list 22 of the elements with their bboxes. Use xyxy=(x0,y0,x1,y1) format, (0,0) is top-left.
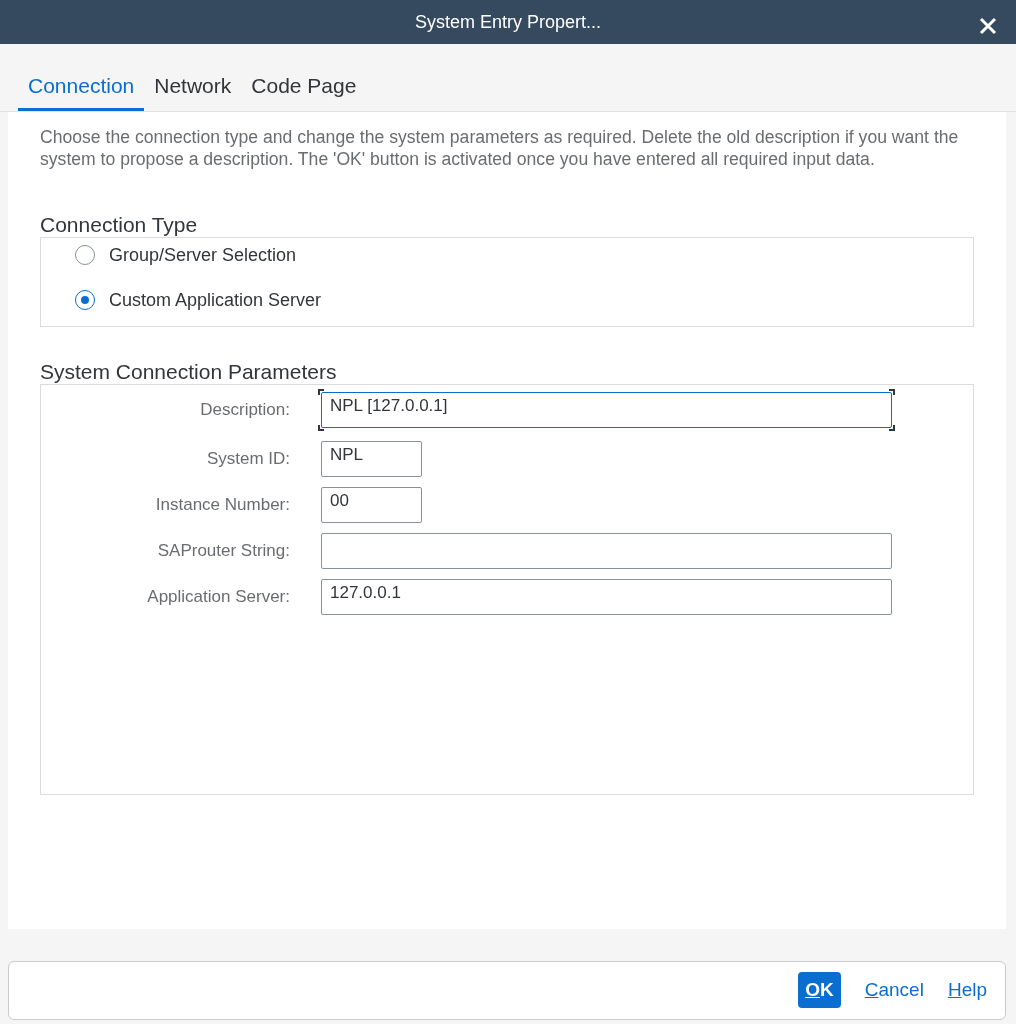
field-label: SAProuter String: xyxy=(156,540,291,563)
ok-button[interactable]: OK xyxy=(798,971,841,1009)
link-button[interactable]: Cancel xyxy=(864,975,924,1005)
close-icon xyxy=(978,16,998,37)
input-field[interactable]: NPL xyxy=(321,440,422,477)
section-title: Connection Type xyxy=(40,211,199,237)
tab[interactable]: Network xyxy=(144,68,242,111)
window-title: System Entry Propert... xyxy=(414,10,602,34)
section-title: System Connection Parameters xyxy=(40,358,338,384)
field-label: Description: xyxy=(199,399,291,422)
instruction-text: Choose the connection type and change the system parameters as required. Delete the old description if you want the system to propose a description. The 'OK' button is activated once you have entered all required input data. xyxy=(40,125,960,170)
link-button[interactable]: Help xyxy=(947,975,987,1005)
input-field[interactable]: 00 xyxy=(321,486,422,523)
radio-label[interactable]: Custom Application Server xyxy=(109,286,322,314)
field-label: Application Server: xyxy=(146,586,291,609)
tab[interactable]: Code Page xyxy=(241,68,367,111)
radio-label[interactable]: Group/Server Selection xyxy=(109,241,297,269)
input-field[interactable] xyxy=(321,532,892,569)
field-label: Instance Number: xyxy=(154,494,291,517)
input-field[interactable]: NPL [127.0.0.1] xyxy=(321,391,892,428)
input-field[interactable]: 127.0.0.1 xyxy=(321,578,892,615)
field-label: System ID: xyxy=(205,448,291,471)
